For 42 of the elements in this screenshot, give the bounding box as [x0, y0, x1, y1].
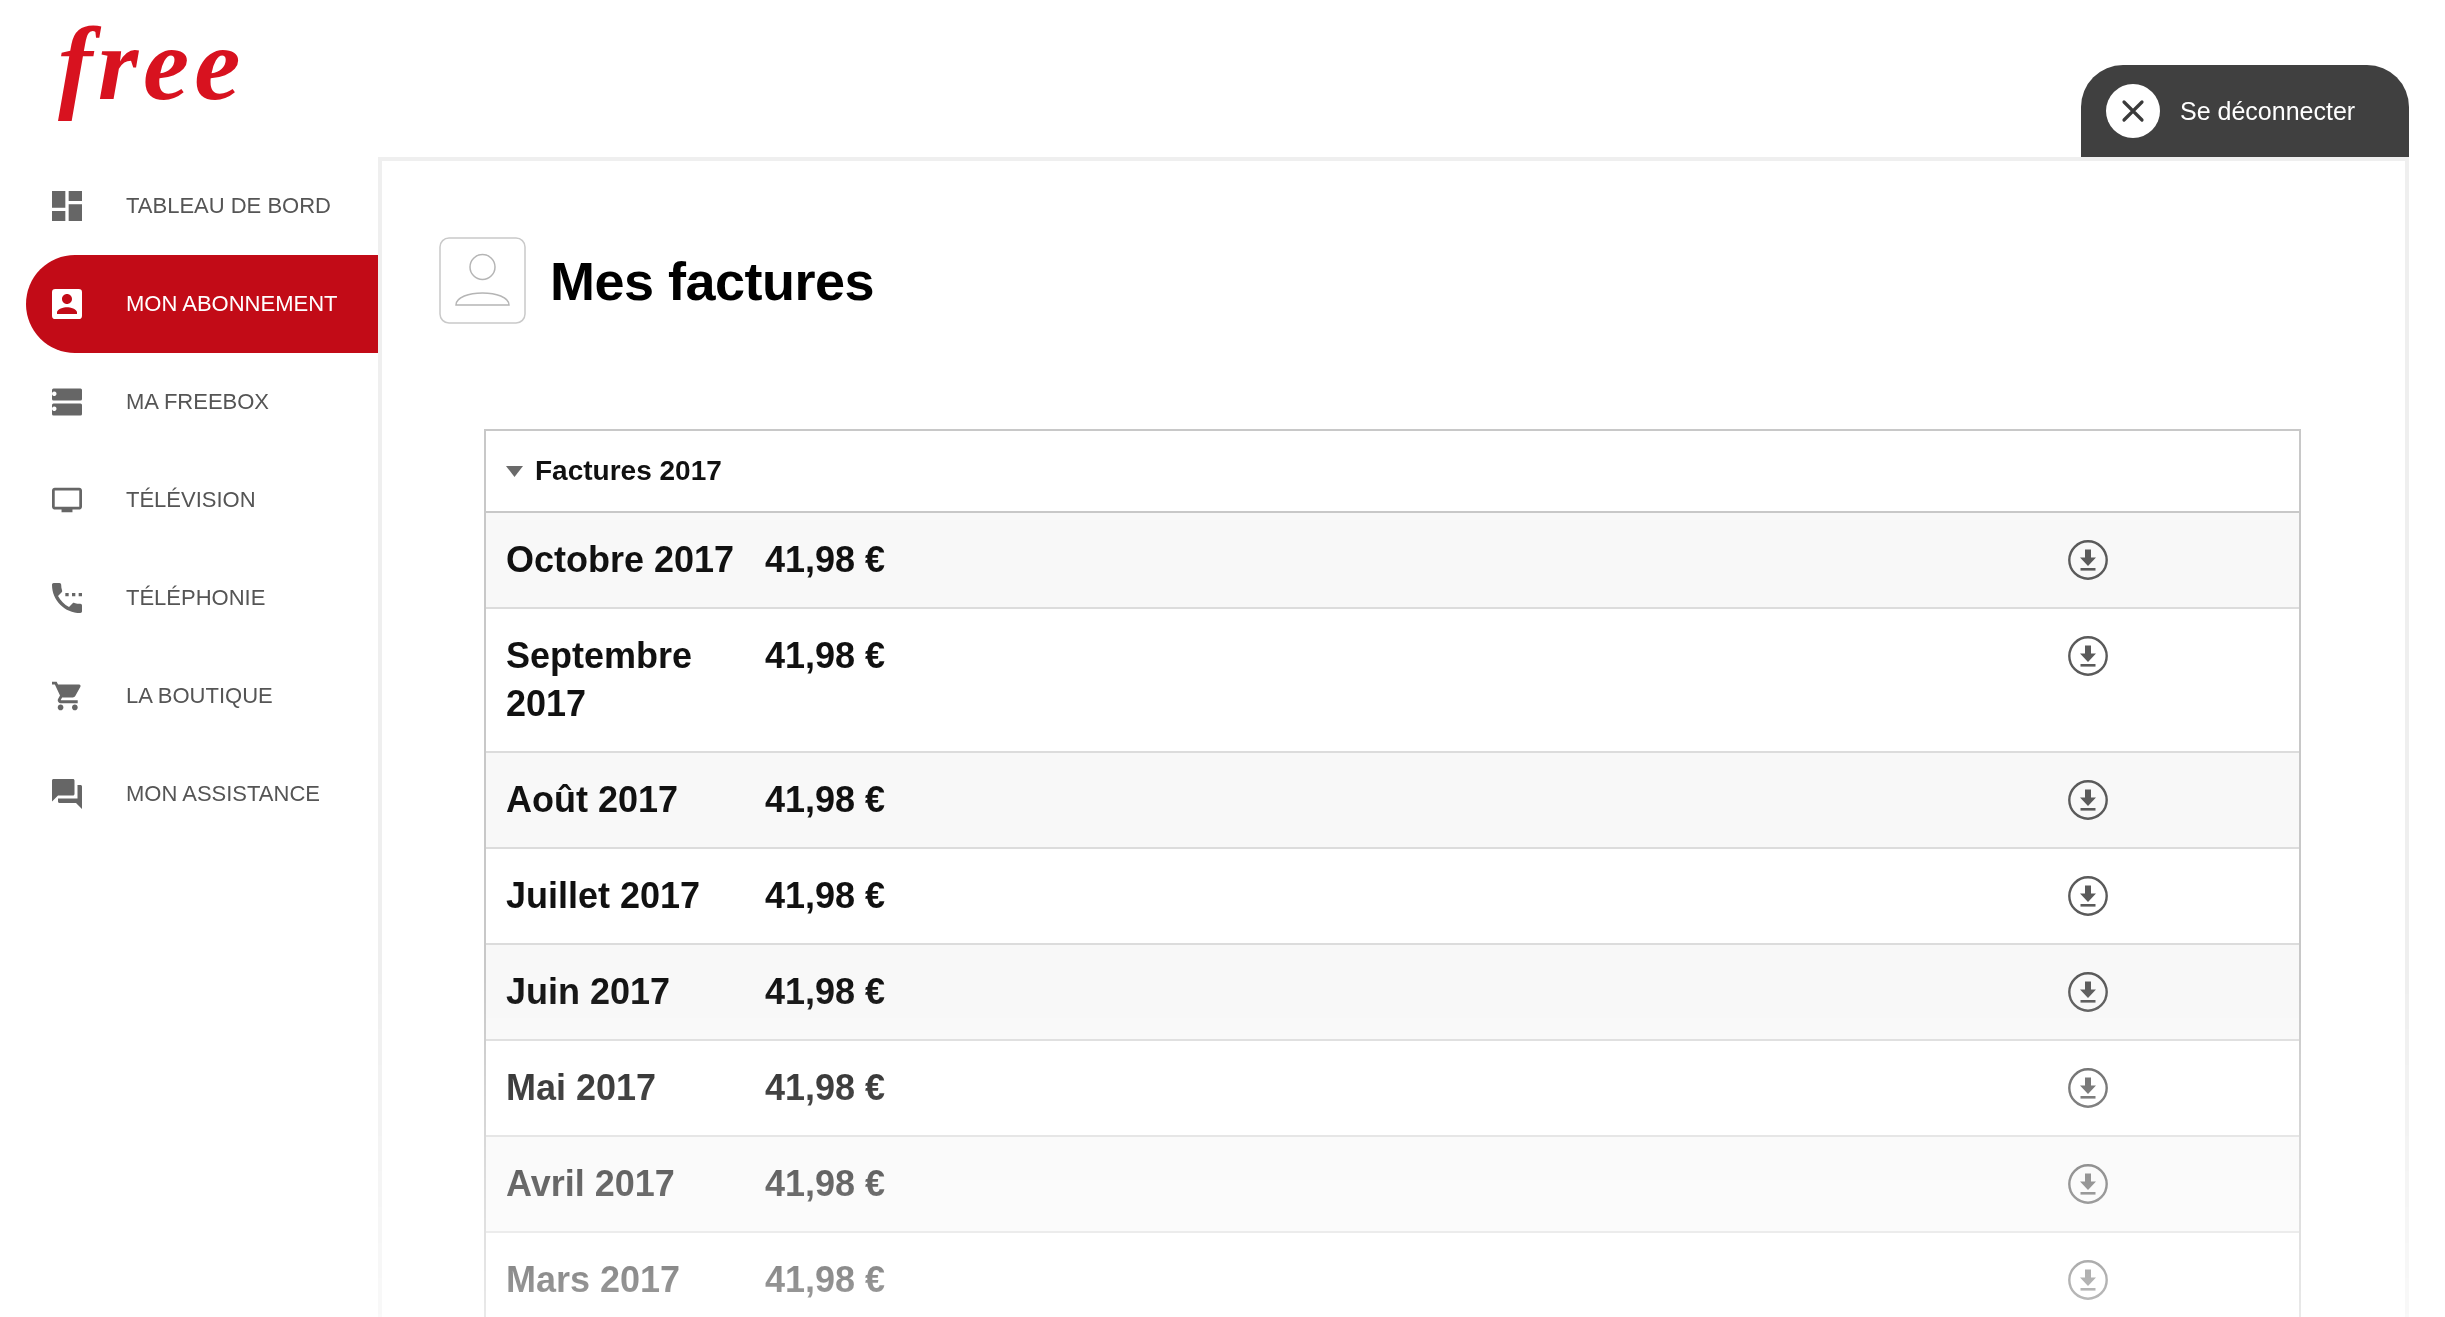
download-icon[interactable]	[2068, 540, 2108, 580]
nav-item[interactable]: MON ASSISTANCE	[26, 745, 378, 843]
invoice-amount: 41,98 €	[765, 1258, 886, 1302]
download-icon[interactable]	[2068, 636, 2108, 676]
phone-icon	[52, 583, 82, 613]
download-icon[interactable]	[2068, 972, 2108, 1012]
logo: free	[57, 5, 247, 123]
invoice-month: Mai 2017	[506, 1066, 658, 1110]
nav-item[interactable]: TÉLÉVISION	[26, 451, 378, 549]
invoice-amount: 41,98 €	[765, 1066, 886, 1110]
nav-item[interactable]: MA FREEBOX	[26, 353, 378, 451]
invoice-amount: 41,98 €	[765, 1162, 886, 1206]
invoice-amount: 41,98 €	[765, 778, 886, 822]
download-icon[interactable]	[2068, 1164, 2108, 1204]
invoice-month: Octobre 2017	[506, 538, 736, 582]
avatar-icon	[439, 237, 526, 324]
invoice-amount: 41,98 €	[765, 634, 886, 678]
page-title: Mes factures	[550, 249, 875, 312]
close-icon	[2106, 84, 2160, 138]
invoice-month: Juillet 2017	[506, 874, 702, 918]
nav-item[interactable]: LA BOUTIQUE	[26, 647, 378, 745]
invoice-amount: 41,98 €	[765, 538, 886, 582]
server-icon	[52, 387, 82, 417]
invoice-month: Avril 2017	[506, 1162, 676, 1206]
nav-item[interactable]: TÉLÉPHONIE	[26, 549, 378, 647]
logout-button[interactable]: Se déconnecter	[2081, 65, 2409, 157]
contact-card-icon	[52, 289, 82, 319]
invoice-month: Mars 2017	[506, 1258, 682, 1302]
invoice-month: Juin 2017	[506, 970, 672, 1014]
download-icon[interactable]	[2068, 780, 2108, 820]
invoice-amount: 41,98 €	[765, 874, 886, 918]
dashboard-icon	[52, 191, 82, 221]
invoice-amount: 41,98 €	[765, 970, 886, 1014]
nav-item[interactable]: TABLEAU DE BORD	[26, 157, 378, 255]
invoice-month: Septembre 2017	[506, 634, 694, 726]
cart-icon	[52, 681, 82, 711]
download-icon[interactable]	[2068, 1068, 2108, 1108]
tv-icon	[52, 485, 82, 515]
chat-bubbles-icon	[52, 779, 82, 809]
nav-item[interactable]: MON ABONNEMENT	[26, 255, 378, 353]
invoice-month: Août 2017	[506, 778, 680, 822]
download-icon[interactable]	[2068, 876, 2108, 916]
